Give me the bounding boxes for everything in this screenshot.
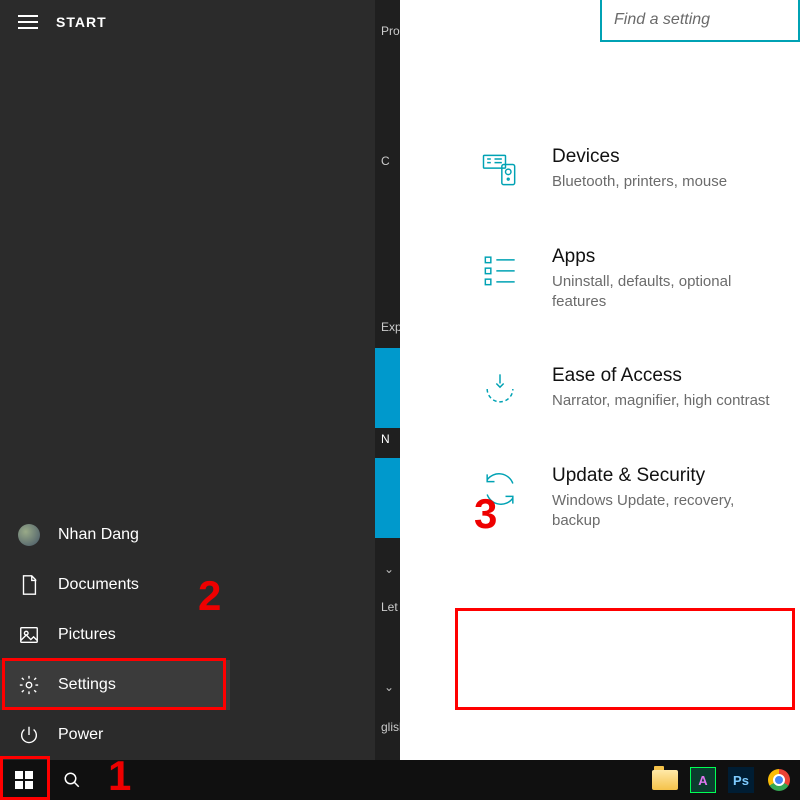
settings-item-title: Apps	[552, 246, 784, 268]
start-menu: START Nhan Dang Documents Pictures	[0, 0, 400, 800]
tile[interactable]	[375, 348, 400, 428]
taskbar-app[interactable]: A	[686, 766, 720, 794]
settings-item-desc: Windows Update, recovery, backup	[552, 491, 784, 532]
chevron-down-icon[interactable]: ⌄	[384, 680, 394, 694]
apps-icon	[476, 246, 524, 294]
devices-icon	[476, 146, 524, 194]
tile-group-label: Pro	[381, 24, 400, 38]
search-button[interactable]	[48, 760, 96, 800]
rail-settings-label: Settings	[58, 676, 116, 694]
document-icon	[18, 574, 40, 596]
settings-item-devices[interactable]: Devices Bluetooth, printers, mouse	[470, 120, 790, 220]
folder-icon	[652, 770, 678, 790]
power-icon	[18, 724, 40, 746]
settings-item-title: Update & Security	[552, 465, 784, 487]
start-button[interactable]	[0, 760, 48, 800]
rail-documents-label: Documents	[58, 576, 139, 594]
rail-user[interactable]: Nhan Dang	[0, 510, 230, 560]
avatar-icon	[18, 524, 40, 546]
tile-group-label: Let	[381, 600, 398, 614]
settings-item-desc: Narrator, magnifier, high contrast	[552, 391, 770, 411]
taskbar: A Ps	[0, 760, 800, 800]
settings-item-desc: Uninstall, defaults, optional features	[552, 272, 784, 313]
taskbar-app-chrome[interactable]	[762, 766, 796, 794]
settings-item-update-security[interactable]: Update & Security Windows Update, recove…	[470, 439, 790, 558]
windows-icon	[15, 771, 33, 789]
tile-letter: N	[381, 432, 390, 446]
pictures-icon	[18, 624, 40, 646]
app-icon: A	[690, 767, 716, 793]
start-rail: Nhan Dang Documents Pictures Settings	[0, 510, 230, 760]
chrome-icon	[768, 769, 790, 791]
search-input[interactable]	[600, 0, 800, 42]
rail-settings[interactable]: Settings	[0, 660, 230, 710]
rail-power-label: Power	[58, 726, 103, 744]
tiles-strip: Pro C Exp N ⌄ Let ⌄ glish	[375, 0, 400, 760]
gear-icon	[18, 674, 40, 696]
settings-item-apps[interactable]: Apps Uninstall, defaults, optional featu…	[470, 220, 790, 339]
settings-item-ease-of-access[interactable]: Ease of Access Narrator, magnifier, high…	[470, 339, 790, 439]
sync-icon	[476, 465, 524, 513]
hamburger-icon[interactable]	[18, 15, 38, 29]
tile-group-label: Exp	[381, 320, 400, 334]
settings-item-title: Ease of Access	[552, 365, 770, 387]
tile-letter: C	[381, 154, 390, 168]
start-label: START	[56, 14, 107, 30]
taskbar-app-photoshop[interactable]: Ps	[724, 766, 758, 794]
taskbar-app-explorer[interactable]	[648, 766, 682, 794]
rail-power[interactable]: Power	[0, 710, 230, 760]
settings-item-title: Devices	[552, 146, 727, 168]
tile-lang-label: glish	[381, 720, 400, 734]
tile[interactable]	[375, 458, 400, 538]
chevron-down-icon[interactable]: ⌄	[384, 562, 394, 576]
search-icon	[63, 771, 81, 789]
ease-of-access-icon	[476, 365, 524, 413]
rail-documents[interactable]: Documents	[0, 560, 230, 610]
settings-item-desc: Bluetooth, printers, mouse	[552, 172, 727, 192]
rail-pictures[interactable]: Pictures	[0, 610, 230, 660]
settings-window: Devices Bluetooth, printers, mouse Apps …	[400, 0, 800, 800]
rail-user-label: Nhan Dang	[58, 526, 139, 544]
rail-pictures-label: Pictures	[58, 626, 116, 644]
photoshop-icon: Ps	[728, 767, 754, 793]
